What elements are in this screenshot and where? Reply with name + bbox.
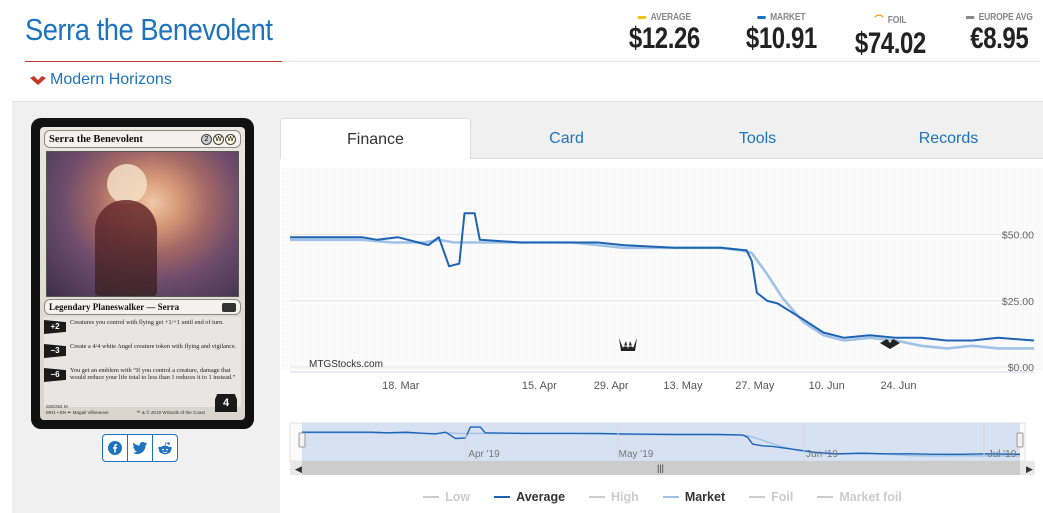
navigator-tick-label: Jul '19 bbox=[988, 449, 1017, 460]
y-tick-label: $50.00 bbox=[1002, 230, 1034, 242]
ability: −3 Create a 4/4 white Angel creature tok… bbox=[44, 341, 241, 365]
facebook-icon bbox=[108, 441, 122, 455]
x-tick-label: 18. Mar bbox=[382, 380, 420, 392]
artist-line: MH1 • EN ✒ Magali Villeneuve bbox=[46, 410, 109, 415]
card-type-bar: Legendary Planeswalker — Serra bbox=[44, 299, 241, 315]
x-axis: 18. Mar 15. Apr 29. Apr 13. May 27. May 10. J… bbox=[290, 371, 1034, 392]
price-value: $10.91 bbox=[745, 22, 817, 55]
twitter-share-button[interactable] bbox=[127, 434, 153, 462]
page: Serra the Benevolent Modern Horizons AVE… bbox=[0, 0, 1043, 513]
x-tick-label: 27. May bbox=[735, 380, 775, 392]
y-tick-label: $25.00 bbox=[1002, 296, 1034, 308]
navigator-right-handle[interactable] bbox=[1016, 432, 1024, 448]
plot-background bbox=[282, 168, 1043, 370]
legend-item-market-foil[interactable]: Market foil bbox=[817, 490, 902, 504]
navigator-tick-label: Jun '19 bbox=[806, 449, 838, 460]
tab-tools[interactable]: Tools bbox=[662, 118, 853, 159]
reddit-icon bbox=[158, 441, 172, 454]
chart-legend: Low Average High Market Foil Market foil bbox=[282, 490, 1043, 504]
loyalty-cost: −6 bbox=[44, 368, 66, 382]
legend-label: High bbox=[611, 490, 639, 504]
card-type-line: Legendary Planeswalker — Serra bbox=[49, 302, 180, 312]
legend-label: Market bbox=[684, 490, 726, 504]
legend-swatch bbox=[749, 496, 766, 498]
card-frame: Serra the Benevolent 2 W W Legendary Pla… bbox=[40, 127, 245, 420]
legend-label: Market foil bbox=[839, 490, 902, 504]
legend-swatch bbox=[589, 496, 606, 498]
ability: −6 You get an emblem with “If you contro… bbox=[44, 365, 241, 389]
tab-records[interactable]: Records bbox=[853, 118, 1043, 159]
legend-swatch bbox=[662, 496, 679, 498]
price-chart[interactable]: $50.00$25.00$0.00 18. Mar 15. Apr 29. Apr 1… bbox=[282, 168, 1043, 513]
card-rules-text: +2 Creatures you control with flying get… bbox=[44, 317, 241, 407]
navigator-left-handle[interactable] bbox=[298, 432, 306, 448]
set-symbol-icon bbox=[30, 76, 46, 85]
navigator-tick-label: Apr '19 bbox=[468, 449, 500, 460]
price-value: $74.02 bbox=[854, 27, 926, 60]
watermark: MTGStocks.com bbox=[309, 359, 383, 370]
page-title: Serra the Benevolent bbox=[25, 12, 273, 47]
loyalty-cost: −3 bbox=[44, 344, 66, 358]
price-value: €8.95 bbox=[970, 22, 1029, 55]
card-art bbox=[46, 151, 239, 297]
starting-loyalty: 4 bbox=[215, 394, 237, 412]
price-label: FOIL bbox=[887, 14, 907, 26]
x-tick-label: 15. Apr bbox=[522, 380, 557, 392]
share-buttons bbox=[102, 434, 178, 462]
price-foil: ⌒ FOIL $74.02 bbox=[846, 12, 935, 61]
legend-label: Low bbox=[445, 490, 471, 504]
tab-bar: Finance Card Tools Records bbox=[280, 118, 1043, 159]
legend-label: Average bbox=[516, 490, 566, 504]
europe-dash-icon bbox=[965, 16, 975, 19]
set-symbol-icon bbox=[222, 302, 236, 312]
price-average: AVERAGE $12.26 bbox=[620, 12, 709, 56]
legend-item-market[interactable]: Market bbox=[662, 490, 726, 504]
mana-symbol: W bbox=[213, 133, 224, 145]
ability-text: You get an emblem with “If you control a… bbox=[70, 367, 236, 381]
ability: +2 Creatures you control with flying get… bbox=[44, 317, 241, 341]
scrollbar-grip-icon: ||| bbox=[657, 463, 664, 473]
legend-swatch bbox=[423, 496, 440, 498]
price-market: MARKET $10.91 bbox=[737, 12, 826, 56]
navigator-tick-label: May '19 bbox=[619, 449, 654, 460]
tab-card[interactable]: Card bbox=[471, 118, 662, 159]
price-value: $12.26 bbox=[628, 22, 700, 55]
legend-swatch bbox=[817, 496, 834, 498]
card-image[interactable]: Serra the Benevolent 2 W W Legendary Pla… bbox=[31, 118, 254, 429]
legend-item-high[interactable]: High bbox=[589, 490, 639, 504]
ability-text: Create a 4/4 white Angel creature token … bbox=[70, 343, 237, 350]
legend-item-average[interactable]: Average bbox=[494, 490, 565, 504]
legend-item-foil[interactable]: Foil bbox=[749, 490, 793, 504]
tab-finance[interactable]: Finance bbox=[280, 118, 471, 159]
mana-cost: 2 W W bbox=[201, 133, 236, 145]
x-tick-label: 10. Jun bbox=[809, 380, 845, 392]
legend-swatch bbox=[494, 496, 511, 498]
x-tick-label: 13. May bbox=[663, 380, 703, 392]
set-link[interactable]: Modern Horizons bbox=[30, 71, 172, 89]
card-name: Serra the Benevolent bbox=[49, 133, 143, 145]
loyalty-cost: +2 bbox=[44, 320, 66, 334]
x-tick-label: 29. Apr bbox=[594, 380, 629, 392]
foil-swirl-icon: ⌒ bbox=[874, 15, 884, 27]
x-tick-label: 24. Jun bbox=[880, 380, 916, 392]
header-divider bbox=[282, 61, 1040, 62]
mana-symbol: W bbox=[225, 133, 236, 145]
market-dash-icon bbox=[757, 16, 766, 19]
price-europe: EUROPE AVG €8.95 bbox=[960, 12, 1039, 56]
ability-text: Creatures you control with flying get +1… bbox=[70, 319, 224, 326]
scroll-right-icon[interactable]: ▶ bbox=[1026, 464, 1033, 474]
card-name-bar: Serra the Benevolent 2 W W bbox=[44, 130, 241, 148]
facebook-share-button[interactable] bbox=[102, 434, 128, 462]
legend-item-low[interactable]: Low bbox=[423, 490, 470, 504]
twitter-icon bbox=[133, 442, 147, 454]
set-name: Modern Horizons bbox=[50, 71, 172, 88]
scroll-left-icon[interactable]: ◀ bbox=[295, 464, 302, 474]
legend-label: Foil bbox=[771, 490, 794, 504]
copyright: ™ & © 2019 Wizards of the Coast bbox=[136, 410, 206, 415]
mana-symbol: 2 bbox=[201, 133, 212, 145]
reddit-share-button[interactable] bbox=[152, 434, 178, 462]
title-underline bbox=[25, 61, 282, 62]
card-footer: 026/254 M MH1 • EN ✒ Magali Villeneuve bbox=[46, 404, 109, 416]
average-dash-icon bbox=[637, 16, 647, 19]
